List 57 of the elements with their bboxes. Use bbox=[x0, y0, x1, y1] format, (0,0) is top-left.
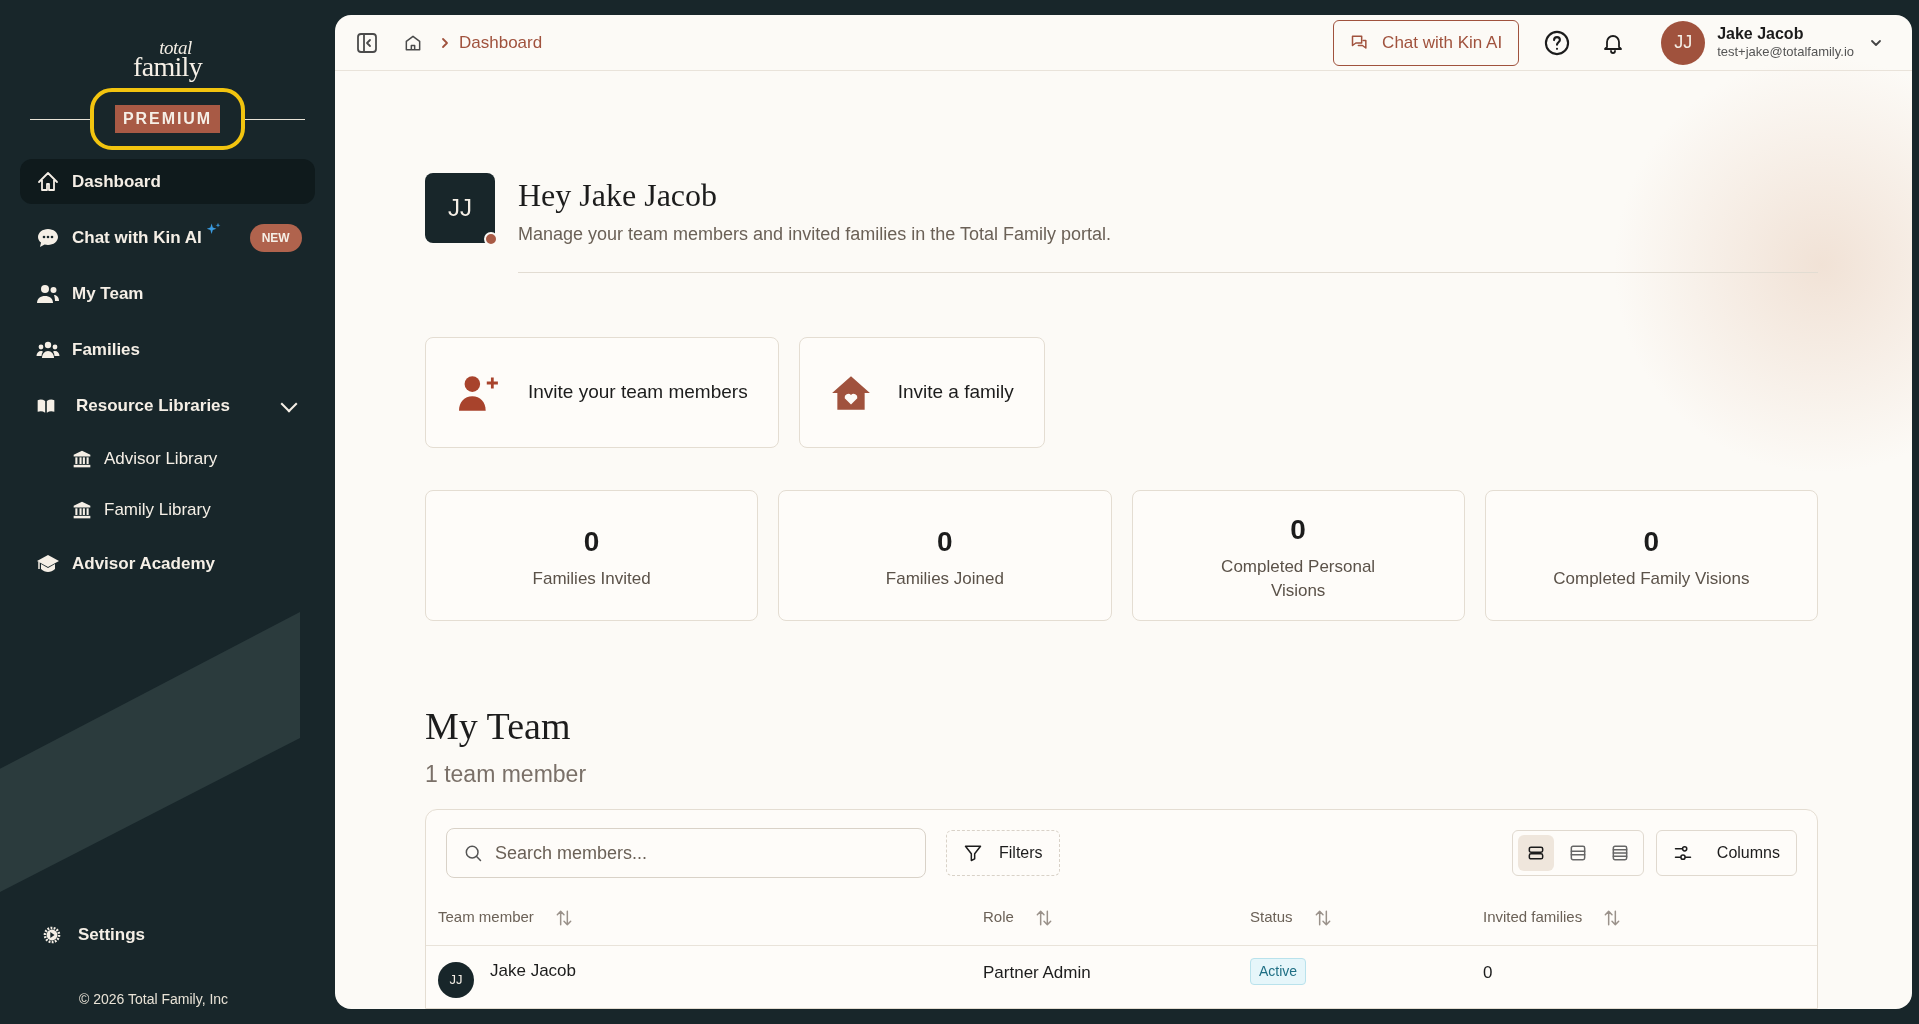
profile-avatar: JJ bbox=[425, 173, 495, 243]
view-mode-button[interactable] bbox=[1517, 835, 1554, 871]
new-badge: NEW bbox=[249, 223, 302, 252]
search-field[interactable]: Search members... bbox=[446, 828, 926, 878]
member-role: Partner Admin bbox=[983, 962, 1092, 984]
nav-item[interactable]: Chat with Kin AI NEW bbox=[20, 215, 315, 260]
search-input[interactable]: Search members... bbox=[495, 839, 909, 867]
column-header[interactable]: Team member bbox=[438, 906, 534, 929]
stat-label: Families Invited bbox=[532, 567, 651, 590]
stat-label: Completed Personal Visions bbox=[1220, 556, 1377, 602]
settings-link[interactable]: Settings bbox=[20, 915, 315, 955]
chat-button[interactable]: Chat with Kin AI bbox=[1333, 19, 1520, 66]
nav-item[interactable]: My Team bbox=[20, 271, 315, 316]
column-header[interactable]: Role bbox=[983, 906, 1014, 929]
logo: total family bbox=[132, 38, 204, 81]
user-email: test+jake@totalfamily.io bbox=[1717, 44, 1854, 61]
stat-value: 0 bbox=[937, 524, 953, 559]
chevron-icon bbox=[439, 36, 451, 49]
status-badge: Active bbox=[1250, 958, 1307, 985]
stat-label: Completed Family Visions bbox=[1553, 567, 1750, 590]
filter-icon bbox=[963, 843, 983, 863]
action-card[interactable]: Invite a family bbox=[798, 337, 1045, 448]
nav-item[interactable]: Advisor Academy bbox=[20, 541, 315, 586]
nav-item[interactable]: Advisor Library bbox=[20, 439, 315, 479]
premium-badge: PREMIUM bbox=[115, 105, 220, 133]
home-icon bbox=[36, 169, 60, 194]
settings-icon bbox=[42, 925, 62, 945]
member-avatar: JJ bbox=[438, 962, 474, 998]
section-title: My Team bbox=[425, 704, 572, 749]
bank-icon bbox=[72, 449, 92, 469]
user-avatar[interactable]: JJ bbox=[1661, 20, 1706, 65]
stat-value: 0 bbox=[583, 524, 600, 559]
nav-item[interactable]: Dashboard bbox=[20, 159, 315, 204]
nav-item[interactable]: Resource Libraries bbox=[20, 383, 315, 428]
action-card[interactable]: Invite your team members bbox=[425, 337, 779, 448]
nav-item[interactable]: Families bbox=[20, 327, 315, 372]
member-name: Jake Jacob bbox=[490, 960, 576, 982]
help-icon[interactable] bbox=[1543, 28, 1572, 57]
greeting-title: Hey Jake Jacob bbox=[518, 176, 719, 215]
user-name: Jake Jacob bbox=[1717, 24, 1805, 45]
copyright-text: © 2026 Total Family, Inc bbox=[78, 990, 230, 1009]
stat-value: 0 bbox=[1290, 513, 1306, 548]
sliders-icon bbox=[1672, 843, 1693, 863]
stat-label: Families Joined bbox=[885, 567, 1004, 590]
greeting-subtitle: Manage your team members and invited families in the Total Family portal. bbox=[518, 223, 1112, 246]
invited-count: 0 bbox=[1483, 962, 1494, 984]
nav-item[interactable]: Family Library bbox=[20, 490, 315, 530]
team-count: 1 team member bbox=[425, 759, 588, 789]
column-header[interactable]: Status bbox=[1250, 906, 1293, 929]
column-header[interactable]: Invited families bbox=[1483, 906, 1583, 929]
sidebar-toggle-icon[interactable] bbox=[355, 30, 379, 55]
search-icon bbox=[463, 843, 483, 863]
breadcrumb-link[interactable]: Dashboard bbox=[459, 29, 543, 56]
filters-button[interactable]: Filters bbox=[946, 830, 1060, 876]
columns-button[interactable]: Columns bbox=[1655, 830, 1797, 876]
bank-icon bbox=[72, 500, 92, 520]
stat-value: 0 bbox=[1643, 524, 1660, 559]
